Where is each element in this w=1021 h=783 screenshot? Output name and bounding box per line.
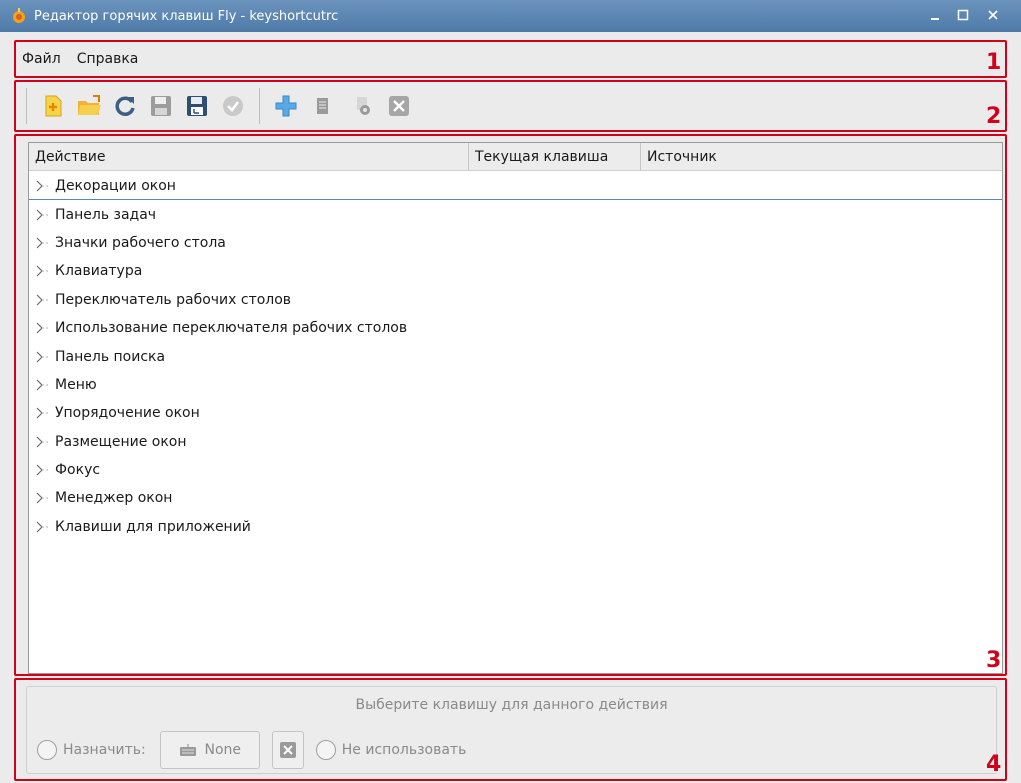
tree-row[interactable]: Декорации окон — [29, 172, 1002, 201]
title-bar[interactable]: Редактор горячих клавиш Fly - keyshortcu… — [0, 0, 1021, 32]
tree-row-label: Упорядочение окон — [55, 405, 200, 422]
expand-arrow-icon[interactable] — [35, 428, 53, 456]
tree-row[interactable]: Панель поиска — [29, 342, 1002, 370]
tree-row-label: Использование переключателя рабочих стол… — [55, 320, 408, 337]
settings-button[interactable] — [348, 91, 378, 121]
actions-tree[interactable]: Действие Текущая клавиша Источник Декора… — [28, 142, 1003, 674]
no-use-radio[interactable] — [315, 740, 336, 760]
delete-icon — [389, 96, 409, 116]
tree-row-label: Клавиши для приложений — [55, 518, 251, 535]
expand-arrow-icon[interactable] — [35, 513, 53, 541]
save-button[interactable] — [146, 91, 176, 121]
tree-row-label: Размещение окон — [55, 433, 187, 450]
expand-arrow-icon[interactable] — [35, 229, 53, 257]
tree-row-label: Меню — [55, 376, 97, 393]
tree-row-label: Значки рабочего стола — [55, 234, 226, 251]
menu-help[interactable]: Справка — [69, 51, 147, 67]
new-file-icon — [45, 95, 62, 117]
expand-arrow-icon[interactable] — [35, 399, 53, 427]
tree-row[interactable]: Клавиатура — [29, 257, 1002, 285]
expand-arrow-icon[interactable] — [35, 172, 53, 200]
clear-key-button[interactable] — [271, 731, 304, 769]
actions-tree-panel: Действие Текущая клавиша Источник Декора… — [14, 134, 1007, 676]
delete-button[interactable] — [384, 91, 414, 121]
key-value: None — [204, 742, 242, 758]
add-button[interactable] — [271, 91, 301, 121]
column-header-source[interactable]: Источник — [641, 143, 1002, 171]
menu-file[interactable]: Файл — [16, 51, 69, 67]
tree-row-label: Декорации окон — [55, 177, 176, 194]
tree-row[interactable]: Переключатель рабочих столов — [29, 286, 1002, 314]
expand-arrow-icon[interactable] — [35, 484, 53, 512]
key-hint-text: Выберите клавишу для данного действия — [355, 697, 668, 713]
tree-row-label: Панель поиска — [55, 348, 166, 365]
reload-button[interactable] — [110, 91, 140, 121]
apply-button[interactable] — [218, 91, 248, 121]
assign-radio[interactable] — [37, 740, 57, 760]
app-icon — [13, 8, 25, 23]
toolbar-separator — [26, 88, 27, 124]
tree-row-label: Переключатель рабочих столов — [55, 291, 292, 308]
key-assignment-panel: Выберите клавишу для данного действия На… — [14, 678, 1007, 781]
save-icon — [151, 96, 171, 116]
key-assignment-group: Выберите клавишу для данного действия На… — [26, 686, 997, 774]
expand-arrow-icon[interactable] — [35, 286, 53, 314]
no-use-label: Не использовать — [341, 742, 467, 758]
clear-icon — [279, 742, 296, 758]
maximize-icon[interactable] — [952, 4, 974, 26]
tree-row-label: Фокус — [55, 462, 101, 479]
tree-row[interactable]: Панель задач — [29, 200, 1002, 228]
save-as-button[interactable] — [182, 91, 212, 121]
annotation-marker-3: 3 — [986, 648, 1002, 673]
tree-row[interactable]: Значки рабочего стола — [29, 229, 1002, 257]
menu-bar: Файл Справка — [14, 40, 1007, 78]
column-header-current-key[interactable]: Текущая клавиша — [469, 143, 641, 171]
tree-row-label: Менеджер окон — [55, 490, 173, 507]
app-window: Редактор горячих клавиш Fly - keyshortcu… — [0, 0, 1021, 783]
expand-arrow-icon[interactable] — [35, 201, 53, 229]
expand-arrow-icon[interactable] — [35, 456, 53, 484]
tree-row[interactable]: Размещение окон — [29, 428, 1002, 456]
open-button[interactable] — [74, 91, 104, 121]
tree-row[interactable]: Менеджер окон — [29, 484, 1002, 512]
tree-row-label: Клавиатура — [55, 263, 143, 280]
tree-row[interactable]: Клавиши для приложений — [29, 513, 1002, 541]
new-file-button[interactable] — [38, 91, 68, 121]
assign-label: Назначить: — [63, 742, 146, 758]
settings-icon — [357, 97, 370, 115]
annotation-marker-1: 1 — [986, 50, 1002, 75]
keyboard-icon — [179, 744, 196, 756]
expand-arrow-icon[interactable] — [35, 257, 53, 285]
key-controls: Назначить: None Не использовать — [37, 731, 466, 769]
tree-row[interactable]: Меню — [29, 371, 1002, 399]
clipboard-button[interactable] — [307, 91, 337, 121]
minimize-icon[interactable] — [924, 4, 946, 26]
open-folder-icon — [78, 95, 101, 115]
toolbar-separator — [259, 88, 260, 124]
close-icon[interactable] — [982, 4, 1004, 26]
reload-icon — [115, 96, 135, 116]
clipboard-icon — [317, 98, 328, 114]
expand-arrow-icon[interactable] — [35, 343, 53, 371]
window-title: Редактор горячих клавиш Fly - keyshortcu… — [34, 8, 339, 24]
tree-header: Действие Текущая клавиша Источник — [29, 143, 1002, 171]
tree-row[interactable]: Упорядочение окон — [29, 399, 1002, 427]
add-icon — [275, 95, 297, 117]
annotation-marker-2: 2 — [986, 104, 1002, 129]
column-header-action[interactable]: Действие — [29, 143, 469, 171]
save-as-icon — [187, 96, 207, 116]
expand-arrow-icon[interactable] — [35, 314, 53, 342]
toolbar — [14, 80, 1007, 132]
apply-check-icon — [223, 96, 243, 116]
key-capture-button[interactable]: None — [159, 731, 260, 769]
expand-arrow-icon[interactable] — [35, 371, 53, 399]
annotation-marker-4: 4 — [986, 752, 1002, 777]
tree-rows: Декорации окон Панель задач Значки рабоч… — [29, 172, 1002, 541]
tree-row[interactable]: Фокус — [29, 456, 1002, 484]
tree-row[interactable]: Использование переключателя рабочих стол… — [29, 314, 1002, 342]
tree-row-label: Панель задач — [55, 206, 157, 223]
